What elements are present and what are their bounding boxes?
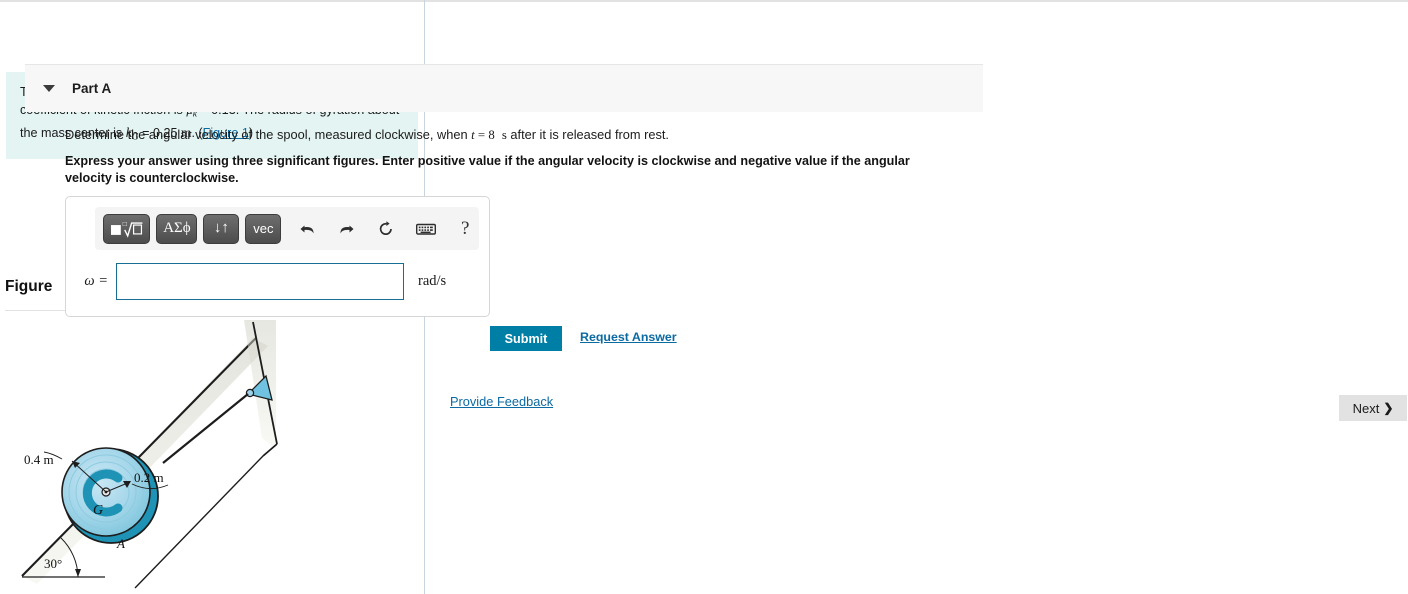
next-button[interactable]: Next ❯ [1339,395,1407,421]
spool-incline-diagram [21,320,278,589]
caret-down-icon[interactable] [43,85,55,92]
question-pre: Determine the angular velocity of the sp… [65,127,472,142]
incline-surface [21,337,257,577]
omega-label: ω = [84,272,108,289]
greek-symbols-button[interactable]: ΑΣϕ [156,213,198,244]
chevron-right-icon: ❯ [1383,401,1394,415]
figure-title: Figure [5,278,53,295]
help-label: ? [461,217,470,239]
vector-button[interactable]: vec [245,213,282,244]
undo-icon[interactable] [293,215,321,243]
answer-instruction: Express your answer using three signific… [65,154,910,185]
label-center-g: G [93,503,104,518]
question-eq: = 8 [474,128,495,142]
part-a-header[interactable]: Part A [25,64,983,112]
answer-input[interactable] [116,262,404,300]
answer-input-row: ω = rad/s [78,259,483,303]
label-contact-a: A [117,536,125,551]
part-a-label: Part A [72,81,112,96]
provide-feedback-link[interactable]: Provide Feedback [450,394,553,409]
question-text: Determine the angular velocity of the sp… [65,127,965,143]
redo-icon[interactable] [333,215,361,243]
answer-unit-label: rad/s [418,272,447,289]
next-label: Next [1352,400,1380,416]
math-toolbar: □ ΑΣϕ ↓↑ vec ? [95,207,479,250]
submit-button[interactable]: Submit [490,326,562,351]
question-post: after it is released from rest. [506,127,669,142]
arrows-label: ↓↑ [213,220,229,236]
reset-icon[interactable] [372,215,400,243]
request-answer-link[interactable]: Request Answer [580,330,677,344]
wall-corner [262,443,278,457]
figure-diagram[interactable]: 0.4 m 0.2 m G A 30° [0,318,424,590]
square-root-icon: □ [110,221,143,238]
angle-arrow [75,569,81,577]
greek-symbols-label: ΑΣϕ [163,220,191,236]
page-root: The 100-kg spool is resting on the incli… [0,0,1408,594]
keyboard-icon[interactable] [412,215,440,243]
label-outer-radius: 0.4 m [24,452,54,467]
svg-text:□: □ [123,221,128,228]
label-inner-radius: 0.2 m [134,470,164,485]
help-icon[interactable]: ? [451,215,479,243]
incline-shadow [22,338,268,584]
vector-label: vec [253,221,274,236]
arrows-button[interactable]: ↓↑ [203,213,240,244]
template-square-root-button[interactable]: □ [103,213,151,244]
answer-entry-card: □ ΑΣϕ ↓↑ vec ? ω = rad/s [65,196,490,317]
label-incline-angle: 30° [44,556,63,571]
